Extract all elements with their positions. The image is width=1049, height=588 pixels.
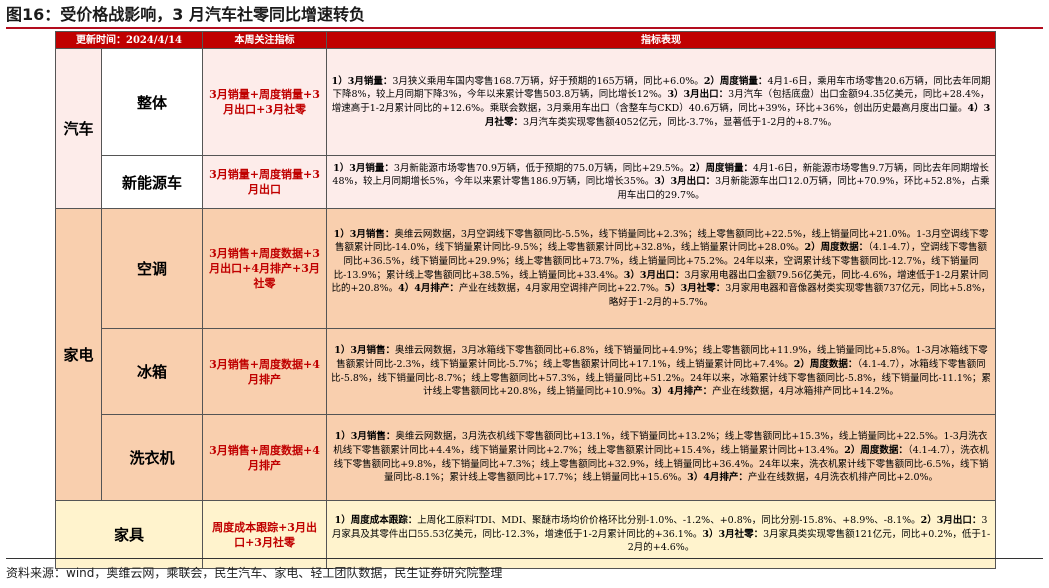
indicator-lead: 2）周度数据：	[804, 242, 869, 254]
indicator-value: 产业在线数据，4月洗衣机排产同比+2.0%。	[747, 472, 939, 484]
table-row: 新能源车 3月销量+周度销量+3月出口 1）3月销量：3月新能源市场零售70.9…	[55, 155, 997, 209]
indicator-value: 3月汽车类实现零售额4052亿元，同比-3.7%，显著低于1-2月的+8.7%。	[523, 116, 837, 128]
table-row: 家电 空调 3月销售+周度数据+3月出口+4月排产+3月社零 1）3月销售：奥维…	[55, 208, 997, 501]
desc-auto-nev: 1）3月销量：3月新能源市场零售70.9万辆，低于预期的75.0万辆，同比+29…	[326, 155, 997, 209]
sub-auto-nev: 新能源车	[100, 155, 204, 209]
indicator-value: 上周化工原料TDI、MDI、聚醚市场均价价格环比分别-1.0%、-1.2%、+0…	[417, 515, 921, 527]
indicator-table: 更新时间：2024/4/14 本周关注指标 指标表现 汽车 整体 3月销量+周度…	[54, 31, 997, 569]
indicator-lead: 1）3月销售：	[334, 345, 395, 357]
indicator-text: 1）3月销量：3月新能源市场零售70.9万辆，低于预期的75.0万辆，同比+29…	[331, 162, 991, 203]
figure-title: 图16：受价格战影响，3 月汽车社零同比增速转负	[6, 5, 365, 24]
category-auto: 汽车	[55, 48, 102, 209]
table-row: 汽车 整体 3月销量+周度销量+3月出口+3月社零 1）3月销量：3月狭义乘用车…	[55, 48, 997, 209]
indicator-text: 1）3月销售：奥维云网数据，3月冰箱线下零售额同比+6.8%，线下销量同比+4.…	[331, 344, 991, 398]
focus-auto-overall: 3月销量+周度销量+3月出口+3月社零	[202, 48, 328, 156]
indicator-lead: 1）周度成本跟踪：	[334, 515, 418, 527]
header-focus: 本周关注指标	[202, 31, 328, 49]
indicator-lead: 3）3月出口：	[667, 89, 729, 101]
indicator-text: 1）3月销量：3月狭义乘用车国内零售168.7万辆，好于预期的165万辆，同比+…	[331, 75, 991, 129]
table-row: 洗衣机 3月销售+周度数据+4月排产 1）3月销售：奥维云网数据，3月洗衣机线下…	[55, 414, 997, 501]
indicator-lead: 2）周度销量：	[689, 162, 753, 174]
focus-refrigerator: 3月销售+周度数据+4月排产	[202, 328, 328, 415]
desc-auto-overall: 1）3月销量：3月狭义乘用车国内零售168.7万辆，好于预期的165万辆，同比+…	[326, 48, 997, 156]
indicator-lead: 3）4月排产：	[651, 386, 713, 398]
table-header-row: 更新时间：2024/4/14 本周关注指标 指标表现	[54, 31, 997, 49]
table-row: 冰箱 3月销售+周度数据+4月排产 1）3月销售：奥维云网数据，3月冰箱线下零售…	[55, 328, 997, 415]
source-note: 资料来源：wind，奥维云网，乘联会，民生汽车、家电、轻工团队数据，民生证券研究…	[6, 566, 503, 580]
indicator-lead: 1）3月销量：	[333, 162, 394, 174]
sub-air-conditioner: 空调	[100, 208, 204, 329]
indicator-lead: 2）周度销量：	[703, 75, 768, 87]
sub-auto-overall: 整体	[100, 48, 204, 156]
header-update-time: 更新时间：2024/4/14	[54, 31, 204, 49]
indicator-lead: 4）4月排产：	[398, 283, 459, 295]
indicator-lead: 3）3月出口：	[654, 176, 716, 188]
indicator-lead: 1）3月销量：	[331, 75, 393, 87]
indicator-lead: 2）周度数据：	[844, 444, 908, 456]
indicator-value: 产业在线数据，4月冰箱排产同比+14.2%。	[712, 386, 899, 398]
focus-washing-machine: 3月销售+周度数据+4月排产	[202, 414, 328, 501]
indicator-text: 1）周度成本跟踪：上周化工原料TDI、MDI、聚醚市场均价价格环比分别-1.0%…	[331, 514, 991, 555]
indicator-value: 3月新能源市场零售70.9万辆，低于预期的75.0万辆，同比+29.5%。	[393, 162, 690, 174]
indicator-value: 产业在线数据，4月家用空调排产同比+22.7%。	[458, 283, 665, 295]
indicator-lead: 1）3月销售：	[333, 228, 395, 240]
category-appliance: 家电	[55, 208, 102, 501]
indicator-lead: 2）3月出口：	[920, 515, 982, 527]
sub-washing-machine: 洗衣机	[100, 414, 204, 501]
indicator-lead: 2）周度数据：	[793, 358, 858, 370]
indicator-text: 1）3月销售：奥维云网数据，3月洗衣机线下零售额同比+13.1%，线下销量同比+…	[331, 430, 991, 484]
focus-air-conditioner: 3月销售+周度数据+3月出口+4月排产+3月社零	[202, 208, 328, 329]
focus-auto-nev: 3月销量+周度销量+3月出口	[202, 155, 328, 209]
sub-refrigerator: 冰箱	[100, 328, 204, 415]
desc-air-conditioner: 1）3月销售：奥维云网数据，3月空调线下零售额同比-5.5%，线下销量同比+2.…	[326, 208, 997, 329]
indicator-value: 3月狭义乘用车国内零售168.7万辆，好于预期的165万辆，同比+6.0%。	[392, 75, 704, 87]
indicator-text: 1）3月销售：奥维云网数据，3月空调线下零售额同比-5.5%，线下销量同比+2.…	[331, 228, 991, 310]
title-underline	[6, 27, 1043, 29]
desc-refrigerator: 1）3月销售：奥维云网数据，3月冰箱线下零售额同比+6.8%，线下销量同比+4.…	[326, 328, 997, 415]
header-performance: 指标表现	[326, 31, 997, 49]
indicator-lead: 3）4月排产：	[687, 472, 748, 484]
indicator-lead: 3）3月社零：	[702, 528, 764, 540]
indicator-lead: 3）3月出口：	[623, 269, 685, 281]
indicator-lead: 1）3月销售：	[334, 431, 396, 443]
indicator-lead: 5）3月社零：	[664, 283, 726, 295]
footer-rule	[6, 558, 1043, 559]
desc-washing-machine: 1）3月销售：奥维云网数据，3月洗衣机线下零售额同比+13.1%，线下销量同比+…	[326, 414, 997, 501]
